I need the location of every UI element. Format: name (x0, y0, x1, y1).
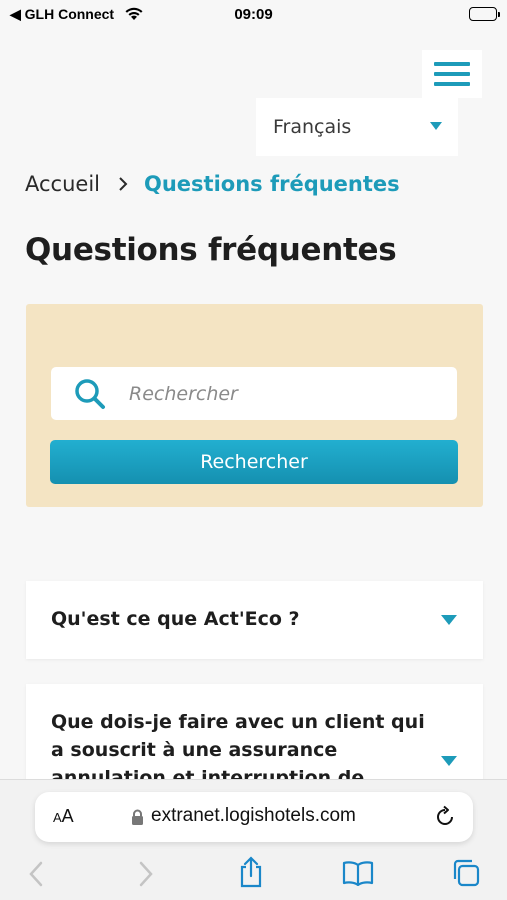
menu-button[interactable] (422, 50, 482, 98)
tabs-icon[interactable] (451, 858, 481, 892)
hamburger-icon-line (434, 82, 470, 86)
reload-icon[interactable] (433, 805, 457, 834)
search-panel: Rechercher (26, 304, 483, 507)
search-input[interactable] (129, 367, 439, 420)
browser-toolbar: AA extranet.logishotels.com (0, 779, 507, 900)
lock-icon (131, 809, 144, 831)
language-select[interactable]: Français (256, 98, 458, 156)
forward-icon[interactable] (138, 860, 154, 892)
url-text: extranet.logishotels.com (151, 805, 356, 826)
page-title: Questions fréquentes (25, 232, 397, 268)
hamburger-icon-line (434, 72, 470, 76)
chevron-down-icon[interactable] (441, 615, 457, 625)
chevron-down-icon[interactable] (441, 756, 457, 766)
breadcrumb-home-link[interactable]: Accueil (25, 172, 100, 196)
chevron-right-icon (118, 176, 128, 192)
address-bar[interactable]: AA extranet.logishotels.com (35, 792, 473, 842)
battery-icon (469, 7, 500, 21)
status-bar: ◀ GLH Connect 09:09 (0, 0, 507, 30)
back-icon[interactable] (28, 860, 44, 892)
hamburger-icon-line (434, 62, 470, 66)
breadcrumb-current: Questions fréquentes (144, 172, 400, 196)
faq-question: Qu'est ce que Act'Eco ? (51, 608, 300, 630)
chevron-down-icon (430, 122, 442, 130)
bookmarks-icon[interactable] (342, 860, 374, 890)
search-icon (73, 378, 107, 414)
language-select-value: Français (273, 116, 352, 138)
share-icon[interactable] (238, 856, 264, 892)
search-button[interactable]: Rechercher (50, 440, 458, 484)
text-size-button[interactable]: AA (53, 806, 74, 827)
clock: 09:09 (234, 6, 273, 23)
faq-item[interactable]: Qu'est ce que Act'Eco ? (26, 581, 483, 659)
search-field[interactable] (51, 367, 457, 420)
breadcrumb: Accueil Questions fréquentes (25, 172, 400, 196)
